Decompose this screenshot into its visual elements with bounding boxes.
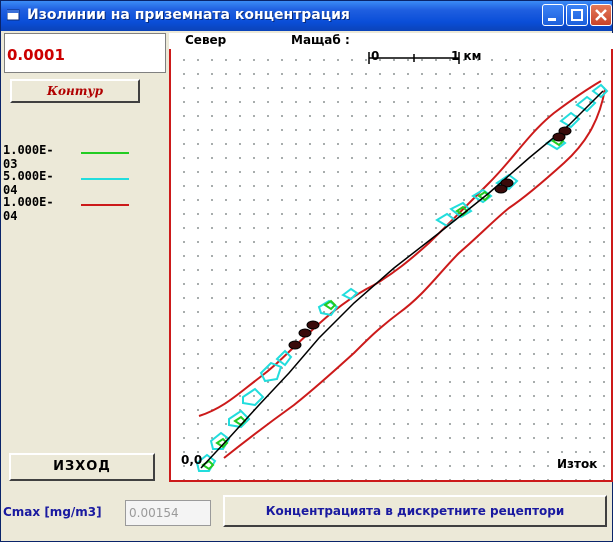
scale-bar — [368, 52, 460, 64]
plume-axis — [200, 90, 604, 469]
close-icon — [595, 9, 607, 21]
contour-value-field[interactable]: 0.0001 — [4, 33, 166, 73]
origin-label: 0,0 — [181, 453, 203, 467]
exit-button[interactable]: ИЗХОД — [9, 453, 155, 481]
cmax-label: Cmax [mg/m3] — [3, 505, 102, 519]
app-window: Изолинии на приземната концентрация 0.00… — [0, 0, 613, 542]
legend-label: 5.000E-04 — [3, 169, 54, 197]
scale-start-label: 0 — [371, 49, 380, 63]
minimize-icon — [548, 18, 556, 21]
east-label: Изток — [557, 457, 598, 471]
legend-swatch — [81, 152, 129, 154]
legend-swatch — [81, 178, 129, 180]
window-title: Изолинии на приземната концентрация — [27, 7, 350, 23]
legend-swatch — [81, 204, 129, 206]
legend-label: 1.000E-03 — [3, 143, 54, 171]
legend-label: 1.000E-04 — [3, 195, 54, 223]
cmax-field: 0.00154 — [125, 500, 211, 526]
receptors-button[interactable]: Концентрацията в дискретните рецептори — [223, 495, 607, 527]
scale-label: Мащаб : — [291, 33, 350, 47]
isoline-plot — [195, 52, 609, 472]
maximize-icon — [571, 9, 583, 21]
minimize-button[interactable] — [542, 4, 564, 26]
contour-5e-04 — [195, 83, 609, 472]
app-icon — [7, 9, 20, 21]
scale-end-label: 1 км — [451, 49, 482, 63]
north-label: Север — [185, 33, 227, 47]
title-bar[interactable]: Изолинии на приземната концентрация — [1, 1, 612, 31]
contour-button[interactable]: Контур — [10, 79, 140, 103]
close-button[interactable] — [590, 4, 612, 26]
maximize-button[interactable] — [566, 4, 588, 26]
